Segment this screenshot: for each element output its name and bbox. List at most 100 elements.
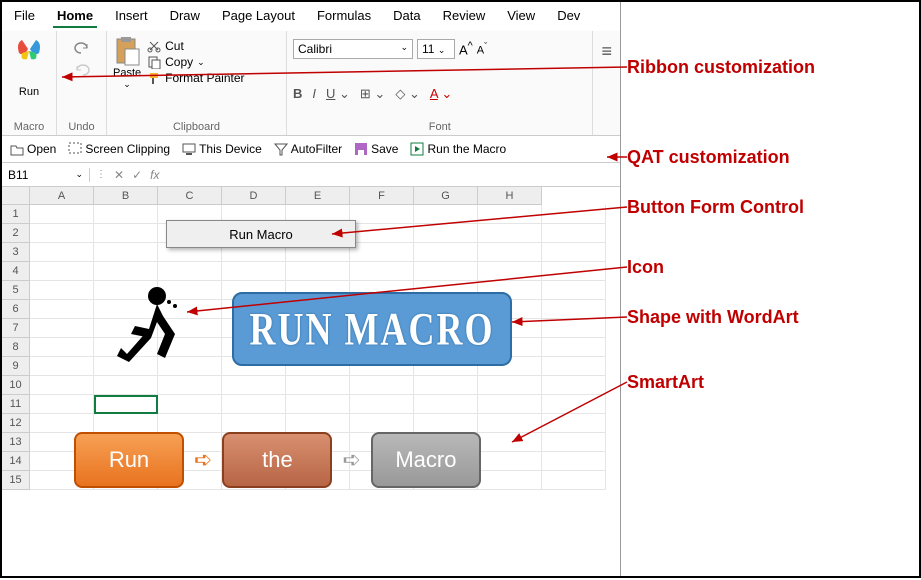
format-painter-button[interactable]: Format Painter — [147, 71, 244, 85]
increase-font-icon[interactable]: A^ — [459, 40, 473, 57]
font-name-select[interactable]: Calibri ⌄ — [293, 39, 413, 59]
cell[interactable] — [414, 376, 478, 395]
row-header[interactable]: 6 — [2, 300, 30, 319]
tab-file[interactable]: File — [10, 5, 39, 28]
cell[interactable] — [94, 376, 158, 395]
tab-formulas[interactable]: Formulas — [313, 5, 375, 28]
bold-button[interactable]: B — [293, 86, 302, 102]
qat-autofilter[interactable]: AutoFilter — [274, 142, 342, 156]
cell[interactable] — [350, 376, 414, 395]
qat-screen-clipping[interactable]: Screen Clipping — [68, 142, 170, 156]
row-header[interactable]: 1 — [2, 205, 30, 224]
col-header[interactable]: H — [478, 187, 542, 205]
col-header[interactable]: E — [286, 187, 350, 205]
cell[interactable] — [414, 205, 478, 224]
row-header[interactable]: 13 — [2, 433, 30, 452]
cell[interactable] — [94, 262, 158, 281]
tab-page-layout[interactable]: Page Layout — [218, 5, 299, 28]
cell[interactable] — [478, 243, 542, 262]
italic-button[interactable]: I — [312, 86, 316, 102]
tab-insert[interactable]: Insert — [111, 5, 152, 28]
cell[interactable] — [30, 395, 94, 414]
decrease-font-icon[interactable]: Aˇ — [477, 41, 487, 57]
cell[interactable] — [350, 243, 414, 262]
butterfly-icon[interactable] — [14, 35, 44, 65]
qat-run-macro[interactable]: Run the Macro — [410, 142, 506, 156]
copy-button[interactable]: Copy ⌄ — [147, 55, 244, 69]
cell[interactable] — [30, 281, 94, 300]
row-header[interactable]: 14 — [2, 452, 30, 471]
cell[interactable] — [542, 471, 606, 490]
cell[interactable] — [478, 395, 542, 414]
cell[interactable] — [478, 414, 542, 433]
cell[interactable] — [478, 205, 542, 224]
cell[interactable] — [30, 414, 94, 433]
wordart-shape[interactable]: RUN MACRO — [232, 292, 512, 366]
cell[interactable] — [414, 262, 478, 281]
tab-review[interactable]: Review — [439, 5, 490, 28]
tab-home[interactable]: Home — [53, 5, 97, 28]
cell[interactable] — [542, 262, 606, 281]
border-button[interactable]: ⊞ ⌄ — [360, 86, 385, 102]
font-color-button[interactable]: A ⌄ — [430, 86, 452, 102]
cell[interactable] — [30, 376, 94, 395]
cell[interactable] — [286, 376, 350, 395]
cell[interactable] — [158, 395, 222, 414]
smartart-process[interactable]: Run ➪ the ➪ Macro — [74, 432, 481, 488]
cell[interactable] — [478, 433, 542, 452]
font-size-select[interactable]: 11 ⌄ — [417, 39, 455, 59]
cell[interactable] — [478, 471, 542, 490]
row-header[interactable]: 5 — [2, 281, 30, 300]
cell[interactable] — [542, 357, 606, 376]
row-header[interactable]: 7 — [2, 319, 30, 338]
form-control-button[interactable]: Run Macro — [166, 220, 356, 248]
row-header[interactable]: 10 — [2, 376, 30, 395]
cell[interactable] — [350, 262, 414, 281]
fx-icon[interactable]: fx — [150, 168, 159, 182]
cell[interactable] — [542, 338, 606, 357]
undo-icon[interactable] — [73, 41, 91, 55]
running-person-icon[interactable] — [107, 284, 187, 374]
cell[interactable] — [414, 224, 478, 243]
row-header[interactable]: 12 — [2, 414, 30, 433]
cell[interactable] — [350, 205, 414, 224]
cell[interactable] — [30, 319, 94, 338]
row-header[interactable]: 15 — [2, 471, 30, 490]
name-box[interactable]: B11⌄ — [2, 168, 90, 182]
cell[interactable] — [94, 414, 158, 433]
cell[interactable] — [542, 414, 606, 433]
row-header[interactable]: 3 — [2, 243, 30, 262]
cell[interactable] — [414, 414, 478, 433]
ribbon-overflow-icon[interactable]: ≡ — [593, 31, 620, 135]
qat-open[interactable]: Open — [10, 142, 56, 156]
cell[interactable] — [30, 224, 94, 243]
cell[interactable] — [542, 376, 606, 395]
cell[interactable] — [94, 395, 158, 414]
cell[interactable] — [94, 205, 158, 224]
tab-view[interactable]: View — [503, 5, 539, 28]
select-all-corner[interactable] — [2, 187, 30, 205]
cell[interactable] — [286, 395, 350, 414]
cell[interactable] — [222, 376, 286, 395]
cell[interactable] — [286, 414, 350, 433]
cell[interactable] — [30, 300, 94, 319]
qat-save[interactable]: Save — [354, 142, 398, 156]
cell[interactable] — [542, 205, 606, 224]
cell[interactable] — [158, 376, 222, 395]
cell[interactable] — [542, 395, 606, 414]
cell[interactable] — [30, 205, 94, 224]
cell[interactable] — [286, 262, 350, 281]
row-header[interactable]: 4 — [2, 262, 30, 281]
col-header[interactable]: B — [94, 187, 158, 205]
tab-data[interactable]: Data — [389, 5, 424, 28]
row-header[interactable]: 11 — [2, 395, 30, 414]
tab-draw[interactable]: Draw — [166, 5, 204, 28]
col-header[interactable]: C — [158, 187, 222, 205]
redo-icon[interactable] — [73, 63, 91, 77]
underline-button[interactable]: U ⌄ — [326, 86, 350, 102]
cell[interactable] — [222, 414, 286, 433]
cell[interactable] — [158, 414, 222, 433]
confirm-icon[interactable]: ✓ — [132, 168, 142, 182]
cut-button[interactable]: Cut — [147, 39, 244, 53]
cell[interactable] — [542, 224, 606, 243]
